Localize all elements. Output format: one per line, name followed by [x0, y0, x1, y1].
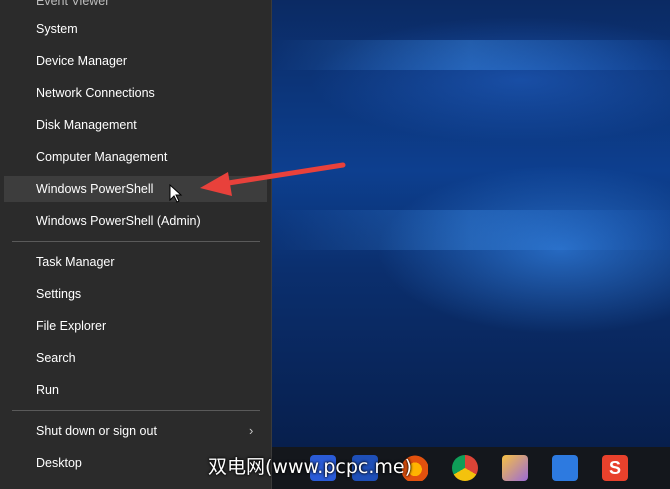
mouse-cursor-icon	[169, 184, 183, 203]
watermark-text: 双电网(www.pcpc.me)	[208, 456, 412, 478]
annotation-arrow-icon	[200, 162, 346, 196]
screen: S Event Viewer System Device Manager Net…	[0, 0, 670, 489]
